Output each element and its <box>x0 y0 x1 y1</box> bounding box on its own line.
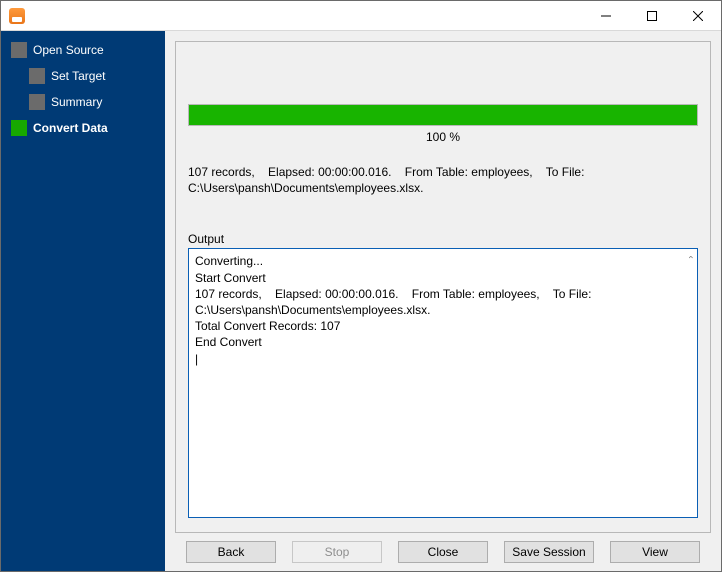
save-session-button[interactable]: Save Session <box>504 541 594 563</box>
output-section-label: Output <box>188 232 698 246</box>
window-titlebar <box>1 1 721 31</box>
output-text: Converting... Start Convert 107 records,… <box>195 254 595 365</box>
progress-fill <box>189 105 697 125</box>
nav-label: Summary <box>51 95 102 109</box>
progress-bar <box>188 104 698 126</box>
nav-set-target[interactable]: Set Target <box>1 63 165 89</box>
back-button[interactable]: Back <box>186 541 276 563</box>
nav-convert-data[interactable]: Convert Data <box>1 115 165 141</box>
view-button[interactable]: View <box>610 541 700 563</box>
minimize-icon <box>601 11 611 21</box>
content-panel: 100 % 107 records, Elapsed: 00:00:00.016… <box>175 41 711 533</box>
nav-summary[interactable]: Summary <box>1 89 165 115</box>
conversion-summary-text: 107 records, Elapsed: 00:00:00.016. From… <box>188 164 698 196</box>
main-pane: 100 % 107 records, Elapsed: 00:00:00.016… <box>165 31 721 571</box>
stop-button: Stop <box>292 541 382 563</box>
step-box-icon <box>11 42 27 58</box>
scroll-hint-icon: ‹ <box>685 256 697 259</box>
step-box-icon <box>29 68 45 84</box>
maximize-icon <box>647 11 657 21</box>
nav-label: Set Target <box>51 69 105 83</box>
nav-label: Convert Data <box>33 121 108 135</box>
close-icon <box>693 11 703 21</box>
step-box-icon <box>29 94 45 110</box>
window-close-button[interactable] <box>675 1 721 31</box>
progress-percent-label: 100 % <box>188 130 698 144</box>
nav-open-source[interactable]: Open Source <box>1 37 165 63</box>
app-icon <box>9 8 25 24</box>
window-maximize-button[interactable] <box>629 1 675 31</box>
window-minimize-button[interactable] <box>583 1 629 31</box>
output-log[interactable]: ‹ Converting... Start Convert 107 records… <box>188 248 698 518</box>
wizard-sidebar: Open Source Set Target Summary Convert D… <box>1 31 165 571</box>
close-button[interactable]: Close <box>398 541 488 563</box>
nav-label: Open Source <box>33 43 104 57</box>
wizard-button-row: Back Stop Close Save Session View <box>175 533 711 563</box>
step-box-icon <box>11 120 27 136</box>
